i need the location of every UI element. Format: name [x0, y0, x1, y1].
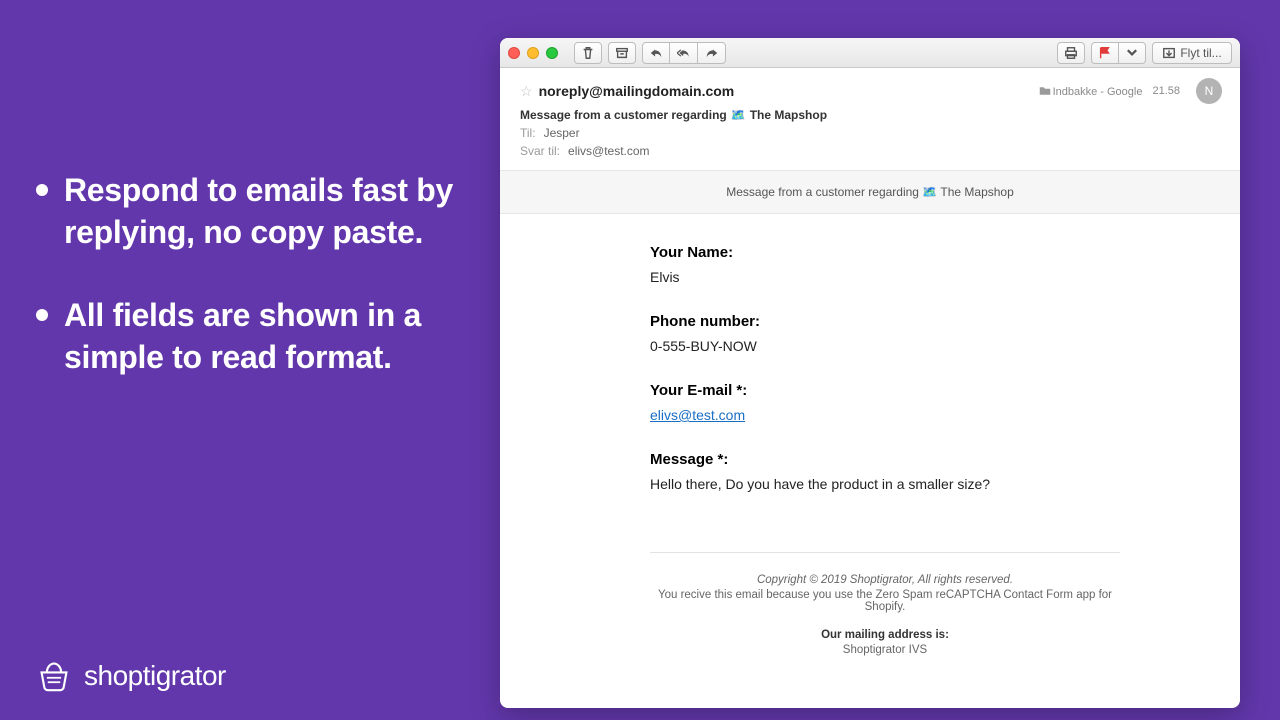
- minimize-window-button[interactable]: [527, 47, 539, 59]
- window-controls: [508, 47, 558, 59]
- flag-menu-button[interactable]: [1119, 42, 1146, 64]
- trash-icon: [581, 46, 595, 60]
- brand-logo: shoptigrator: [36, 660, 226, 692]
- mail-window: Flyt til... ☆ noreply@mailingdomain.com …: [500, 38, 1240, 708]
- move-to-button[interactable]: Flyt til...: [1152, 42, 1232, 64]
- star-icon[interactable]: ☆: [520, 83, 533, 100]
- close-window-button[interactable]: [508, 47, 520, 59]
- footer-address-title: Our mailing address is:: [650, 629, 1120, 641]
- reply-button[interactable]: [642, 42, 670, 64]
- maximize-window-button[interactable]: [546, 47, 558, 59]
- bullet-dot-icon: [36, 184, 48, 196]
- printer-icon: [1064, 46, 1078, 60]
- map-emoji-icon: 🗺️: [922, 185, 937, 199]
- field-value: 0-555-BUY-NOW: [650, 338, 1120, 354]
- bullet-item: Respond to emails fast by replying, no c…: [36, 170, 456, 253]
- mail-body: Your Name: Elvis Phone number: 0-555-BUY-NO…: [500, 214, 1240, 656]
- avatar: N: [1196, 78, 1222, 104]
- form-field: Your E-mail *: elivs@test.com: [650, 382, 1120, 423]
- to-line: Til:Jesper: [520, 126, 1222, 140]
- field-label: Your E-mail *:: [650, 382, 1120, 399]
- move-to-label: Flyt til...: [1180, 46, 1221, 60]
- field-value: Hello there, Do you have the product in …: [650, 476, 1120, 492]
- chevron-down-icon: [1125, 46, 1139, 60]
- reply-all-button[interactable]: [670, 42, 698, 64]
- mail-footer: Copyright © 2019 Shoptigrator, All right…: [650, 552, 1120, 656]
- field-value: elivs@test.com: [650, 407, 1120, 423]
- from-address: noreply@mailingdomain.com: [539, 83, 735, 99]
- archive-icon: [615, 46, 629, 60]
- field-label: Your Name:: [650, 244, 1120, 261]
- print-button[interactable]: [1057, 42, 1085, 64]
- map-emoji-icon: 🗺️: [731, 108, 746, 122]
- field-value: Elvis: [650, 269, 1120, 285]
- marketing-bullets: Respond to emails fast by replying, no c…: [36, 170, 456, 420]
- move-icon: [1162, 46, 1176, 60]
- footer-reason: You recive this email because you use th…: [650, 589, 1120, 613]
- flag-button[interactable]: [1091, 42, 1119, 64]
- flag-icon: [1098, 46, 1112, 60]
- brand-name: shoptigrator: [84, 660, 226, 692]
- form-field: Your Name: Elvis: [650, 244, 1120, 285]
- copyright-text: Copyright © 2019 Shoptigrator, All right…: [650, 574, 1120, 586]
- forward-button[interactable]: [698, 42, 726, 64]
- message-banner: Message from a customer regarding 🗺️ The…: [500, 171, 1240, 214]
- field-label: Phone number:: [650, 313, 1120, 330]
- reply-icon: [649, 46, 663, 60]
- email-link[interactable]: elivs@test.com: [650, 407, 745, 423]
- basket-icon: [36, 660, 72, 692]
- bullet-text: All fields are shown in a simple to read…: [64, 295, 456, 378]
- reply-all-icon: [677, 46, 691, 60]
- folder-label: Indbakke - Google: [1039, 85, 1143, 98]
- form-field: Message *: Hello there, Do you have the p…: [650, 451, 1120, 492]
- mail-header: ☆ noreply@mailingdomain.com Indbakke - G…: [500, 68, 1240, 171]
- bullet-dot-icon: [36, 309, 48, 321]
- footer-address-line: Shoptigrator IVS: [650, 644, 1120, 656]
- subject-line: Message from a customer regarding 🗺️ The…: [520, 108, 1222, 122]
- reply-to-line: Svar til:elivs@test.com: [520, 144, 1222, 158]
- bullet-item: All fields are shown in a simple to read…: [36, 295, 456, 378]
- field-label: Message *:: [650, 451, 1120, 468]
- reply-group: [642, 42, 726, 64]
- window-toolbar: Flyt til...: [500, 38, 1240, 68]
- archive-button[interactable]: [608, 42, 636, 64]
- bullet-text: Respond to emails fast by replying, no c…: [64, 170, 456, 253]
- forward-icon: [705, 46, 719, 60]
- folder-icon: [1039, 85, 1051, 97]
- form-field: Phone number: 0-555-BUY-NOW: [650, 313, 1120, 354]
- delete-button[interactable]: [574, 42, 602, 64]
- time-label: 21.58: [1152, 85, 1180, 97]
